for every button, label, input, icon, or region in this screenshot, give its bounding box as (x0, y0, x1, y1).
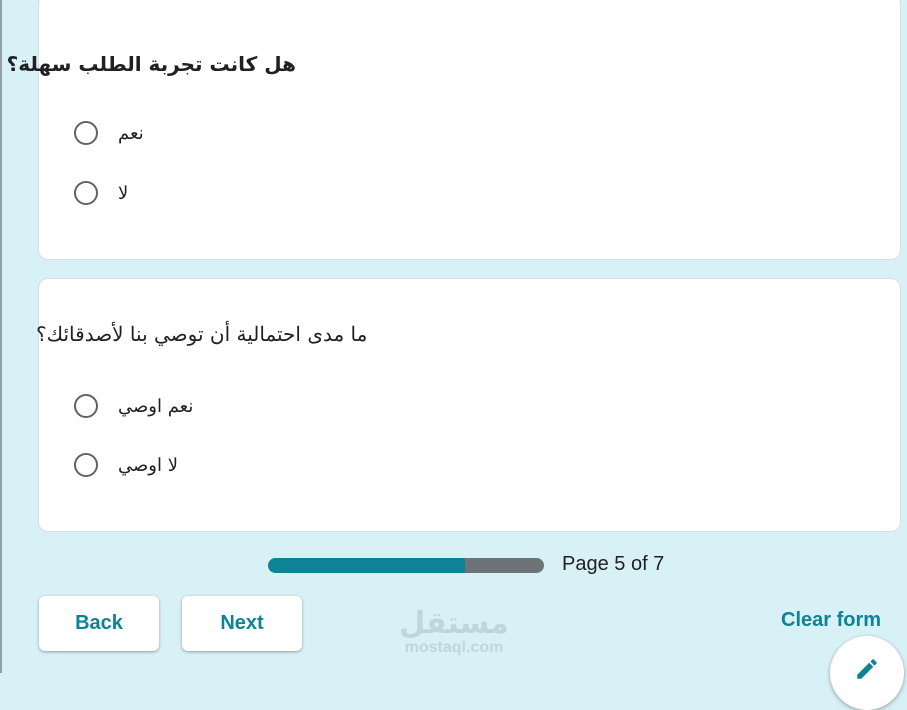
option-label: لا اوصي (118, 454, 178, 476)
option-label: لا (118, 182, 129, 204)
radio-button[interactable] (74, 181, 98, 205)
edit-fab-button[interactable] (830, 636, 904, 710)
progress-bar (268, 558, 544, 573)
watermark-logo: مستقل mostaql.com (396, 608, 512, 656)
question-title-2: ما مدى احتمالية أن توصي بنا لأصدقائك؟ (36, 322, 368, 346)
next-button[interactable]: Next (182, 596, 302, 651)
window-left-edge (0, 0, 2, 673)
pencil-icon (857, 659, 877, 679)
question-card-1 (38, 0, 901, 260)
radio-button[interactable] (74, 394, 98, 418)
option-recommend-yes[interactable]: نعم اوصي (74, 390, 193, 422)
option-no[interactable]: لا (74, 177, 128, 209)
option-label: نعم (118, 122, 144, 144)
option-recommend-no[interactable]: لا اوصي (74, 449, 178, 481)
clear-form-link[interactable]: Clear form (781, 609, 881, 632)
option-yes[interactable]: نعم (74, 117, 144, 149)
radio-button[interactable] (74, 121, 98, 145)
watermark-text: مستقل (399, 606, 509, 641)
watermark-url: mostaql.com (404, 639, 504, 656)
page-indicator: Page 5 of 7 (562, 553, 665, 575)
question-title-1: هل كانت تجربة الطلب سهلة؟ (6, 52, 296, 76)
radio-button[interactable] (74, 453, 98, 477)
option-label: نعم اوصي (118, 395, 194, 417)
back-button[interactable]: Back (39, 596, 159, 651)
progress-bar-fill (268, 558, 466, 573)
